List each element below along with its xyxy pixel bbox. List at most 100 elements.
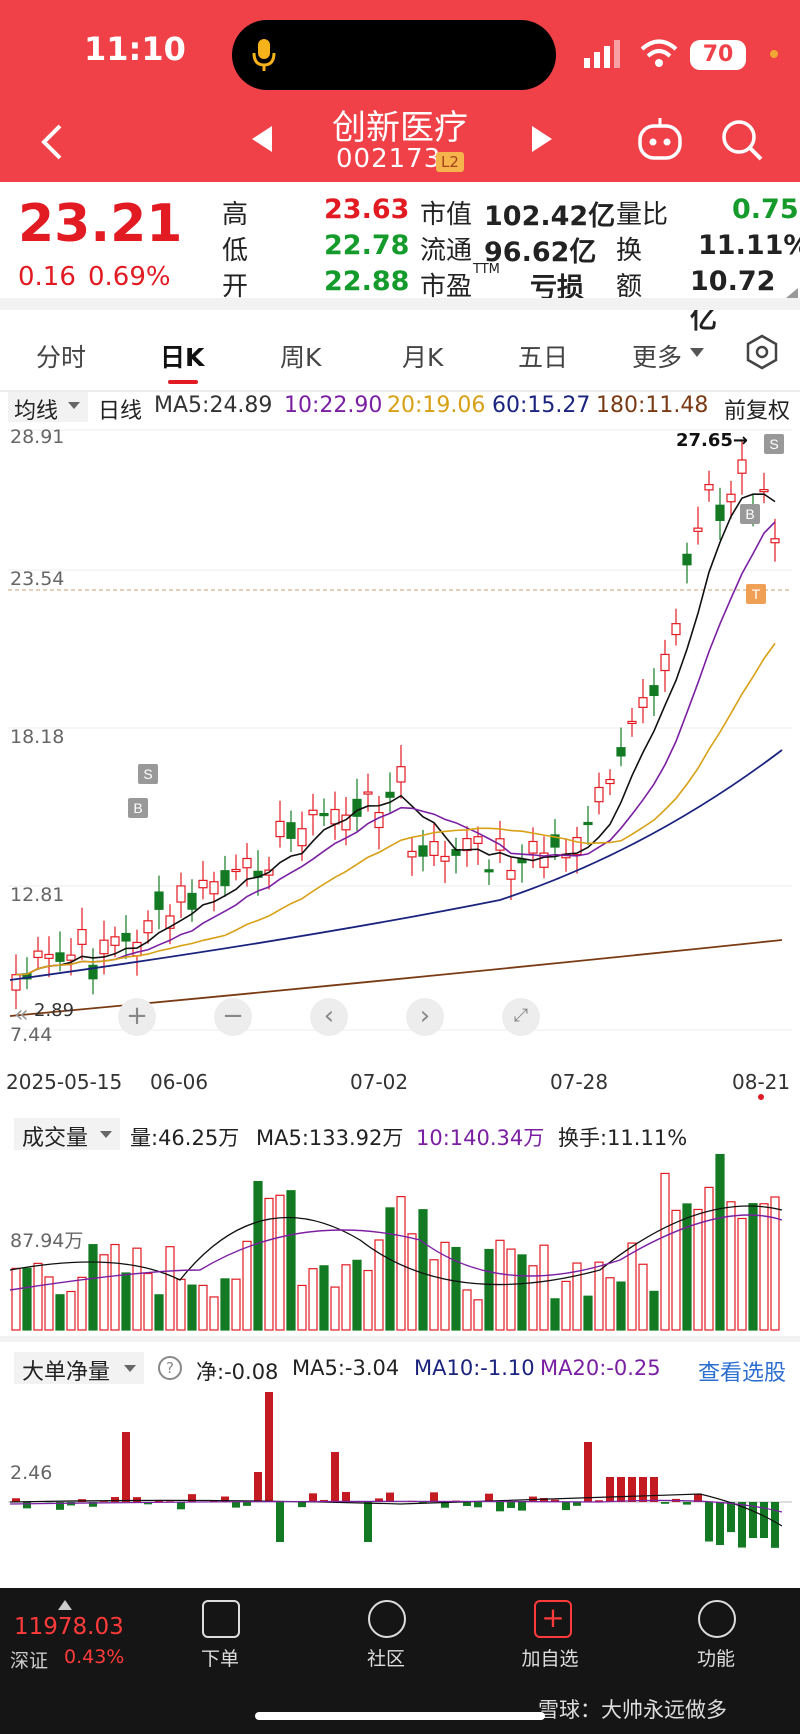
y-tick-top: 28.91 xyxy=(10,426,65,448)
ma5-value: MA5:24.89 xyxy=(154,393,273,418)
volume-bar xyxy=(132,1247,142,1331)
flow-bar xyxy=(496,1502,504,1512)
y-tick-3: 18.18 xyxy=(10,726,65,748)
candle-body xyxy=(649,685,659,697)
tab-intraday[interactable]: 分时 xyxy=(36,338,86,374)
volume-bar xyxy=(682,1203,692,1331)
volume-bar xyxy=(220,1278,230,1331)
flow-bar xyxy=(606,1477,614,1502)
flow-y-tick: 2.46 xyxy=(10,1462,53,1484)
mic-icon xyxy=(252,39,276,71)
flow-bar xyxy=(507,1502,515,1508)
volume-bar xyxy=(165,1246,175,1331)
volume-bar xyxy=(715,1153,725,1331)
more-dropdown-icon[interactable] xyxy=(690,348,704,358)
menu-icon[interactable] xyxy=(698,1600,736,1638)
search-icon[interactable] xyxy=(720,118,764,162)
current-date-dot xyxy=(758,1094,764,1100)
volume-bar xyxy=(517,1254,527,1331)
next-stock-icon[interactable] xyxy=(530,124,554,154)
volume-bar xyxy=(572,1262,582,1331)
pan-right-button[interactable]: › xyxy=(406,998,444,1036)
tab-monthly-k[interactable]: 月K xyxy=(402,338,443,374)
nav-functions[interactable]: 功能 xyxy=(666,1644,766,1671)
volume-bar xyxy=(605,1277,615,1331)
volume-bar xyxy=(110,1243,120,1331)
battery-indicator: 70 xyxy=(690,40,746,70)
chevron-down-icon[interactable] xyxy=(68,402,80,410)
volume-bar xyxy=(33,1262,43,1331)
high-value: 23.63 xyxy=(324,194,410,225)
fullscreen-button[interactable]: ⤢ xyxy=(502,998,540,1036)
flow-bar xyxy=(331,1452,339,1502)
trade-marker-label: S xyxy=(769,436,778,452)
volume-bar xyxy=(561,1280,571,1331)
pe-ttm-sup: TTM xyxy=(473,262,500,277)
volume-bar xyxy=(209,1296,219,1331)
volume-y-tick: 87.94万 xyxy=(10,1230,84,1252)
order-icon[interactable] xyxy=(202,1600,240,1638)
price-change: 0.16 xyxy=(18,262,76,292)
zoom-in-button[interactable]: + xyxy=(118,998,156,1036)
candle-body xyxy=(110,936,120,946)
chevron-down-icon[interactable] xyxy=(124,1365,136,1373)
candle-body xyxy=(297,828,307,847)
period-low-label: 2.89 xyxy=(34,1000,75,1021)
volume-bar xyxy=(627,1242,637,1331)
flow-bar xyxy=(661,1502,669,1504)
candle-body xyxy=(385,791,395,798)
volume-chart[interactable] xyxy=(0,1150,800,1336)
candle-body xyxy=(407,850,417,858)
volume-bar xyxy=(77,1276,87,1331)
chevron-down-icon[interactable] xyxy=(100,1131,112,1139)
candle-body xyxy=(770,538,780,544)
volume-bar xyxy=(693,1208,703,1331)
nav-add-watchlist[interactable]: 加自选 xyxy=(500,1644,600,1671)
date-label-2: 07-02 xyxy=(350,1070,409,1094)
trade-marker-label: S xyxy=(143,766,152,782)
zoom-out-button[interactable]: − xyxy=(214,998,252,1036)
robot-icon[interactable] xyxy=(636,116,684,162)
candle-body xyxy=(418,845,428,857)
candle-body xyxy=(209,881,219,895)
float-value: 96.62亿 xyxy=(484,237,597,268)
community-icon[interactable] xyxy=(368,1600,406,1638)
kline-chart[interactable]: B S B S T xyxy=(0,420,800,1060)
tab-more[interactable]: 更多 xyxy=(632,338,682,374)
flow-net: 净:-0.08 xyxy=(196,1360,279,1384)
candle-body xyxy=(484,869,494,873)
volume-bar xyxy=(55,1294,65,1331)
pan-left-button[interactable]: ‹ xyxy=(310,998,348,1036)
nav-community[interactable]: 社区 xyxy=(336,1644,436,1671)
scroll-left-icon[interactable]: « xyxy=(14,1000,29,1028)
volume-bar xyxy=(121,1272,131,1331)
volume-selector[interactable]: 成交量 xyxy=(22,1120,88,1152)
volume-bar xyxy=(242,1240,252,1331)
volume-bar xyxy=(198,1284,208,1331)
flow-bar xyxy=(122,1432,130,1502)
nav-order[interactable]: 下单 xyxy=(170,1644,270,1671)
tab-daily-k[interactable]: 日K xyxy=(160,338,204,374)
add-watchlist-icon[interactable]: + xyxy=(534,1600,572,1638)
help-icon[interactable]: ? xyxy=(158,1356,182,1380)
tab-weekly-k[interactable]: 周K xyxy=(280,338,321,374)
app-header: 11:10 70 创新医疗 002173 L2 xyxy=(0,0,800,182)
volume-bar xyxy=(473,1299,483,1331)
flow-bar xyxy=(23,1502,31,1509)
flow-chart[interactable] xyxy=(0,1386,800,1570)
settings-hex-icon[interactable] xyxy=(744,334,780,370)
screen-stocks-link[interactable]: 查看选股 xyxy=(698,1355,786,1387)
flow-selector[interactable]: 大单净量 xyxy=(22,1354,110,1386)
flow-bar xyxy=(562,1502,570,1511)
date-label-0: 2025-05-15 xyxy=(6,1070,123,1094)
index-value[interactable]: 11978.03 xyxy=(14,1614,124,1640)
tab-five-day[interactable]: 五日 xyxy=(518,338,568,374)
flow-ma10: MA10:-1.10 xyxy=(414,1356,535,1380)
stock-code: 002173 xyxy=(336,144,442,174)
expand-corner-icon[interactable] xyxy=(786,288,798,298)
float-label: 流通 xyxy=(420,236,473,266)
candle-body xyxy=(506,869,516,880)
candle-body xyxy=(605,778,615,785)
candle-body xyxy=(528,840,538,854)
flow-bar xyxy=(111,1497,119,1502)
